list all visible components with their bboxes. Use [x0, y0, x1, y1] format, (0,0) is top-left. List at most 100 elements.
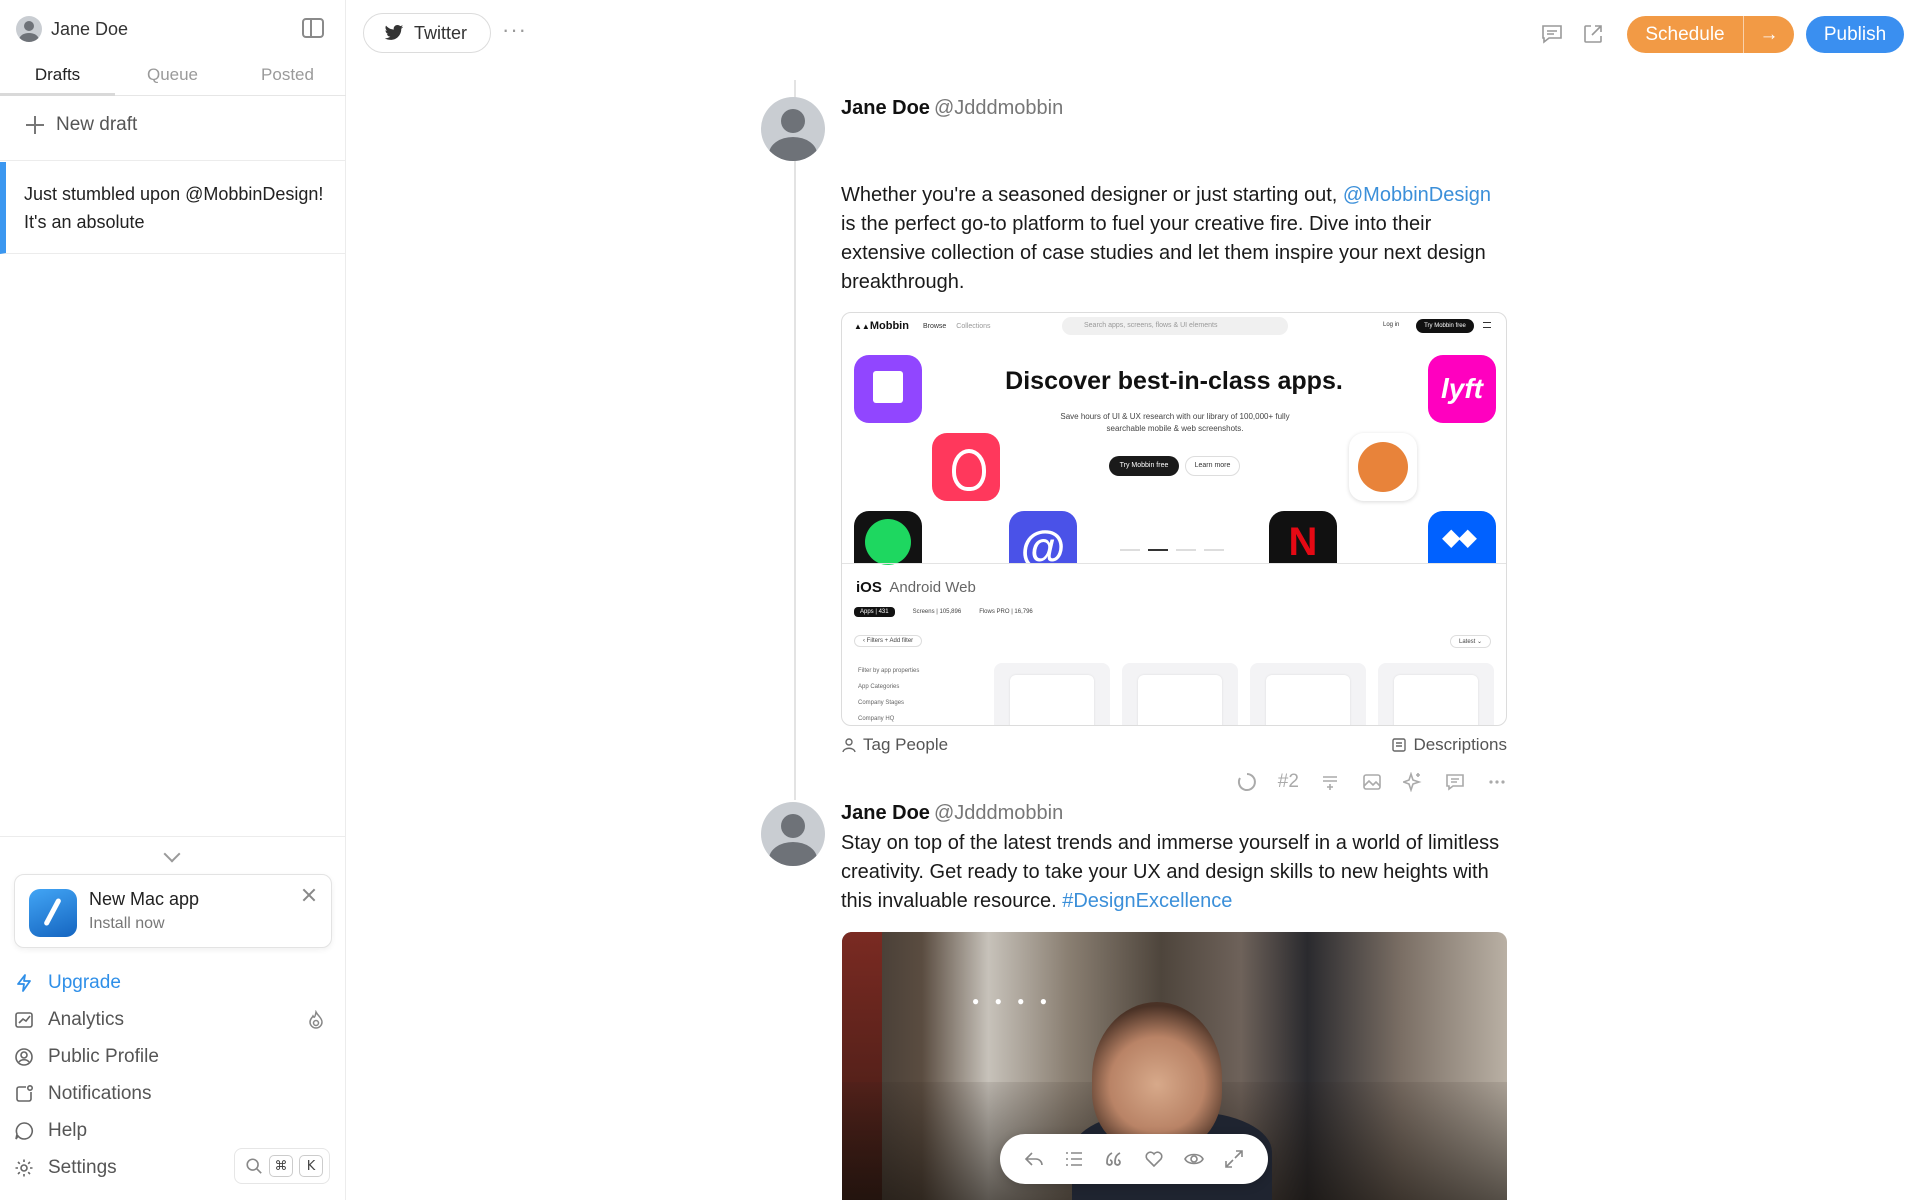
- user-name: Jane Doe: [51, 18, 129, 39]
- attached-image[interactable]: Mobbin Browse Collections Search apps, s…: [841, 312, 1507, 726]
- mac-app-title: New Mac app: [89, 889, 200, 909]
- divider: [842, 563, 1506, 564]
- tweet-author: Jane Doe @Jdddmobbin: [841, 802, 1063, 825]
- image-icon[interactable]: [1361, 771, 1383, 793]
- chevron-down-icon[interactable]: [163, 845, 181, 863]
- plus-icon: [26, 116, 44, 134]
- more-options-icon[interactable]: ···: [502, 19, 527, 41]
- profile-icon: [14, 1047, 34, 1067]
- sidebar-item-label: Settings: [48, 1156, 117, 1178]
- quote-icon[interactable]: [1103, 1148, 1125, 1170]
- author-name: Jane Doe: [841, 802, 930, 824]
- embed-nav-link: Browse: [922, 322, 947, 330]
- embed-screen-card: [1250, 663, 1366, 725]
- tweet-toolbar: #2: [1236, 768, 1508, 796]
- embed-side-filters: Filter by app properties App Categories …: [858, 668, 920, 722]
- embed-seg-flows: Flows PRO | 16,796: [979, 609, 1033, 615]
- platform-label: Twitter: [414, 22, 468, 43]
- account-switcher[interactable]: Jane Doe: [16, 15, 128, 43]
- tag-people-label: Tag People: [863, 735, 949, 754]
- embed-screen-card: [1378, 663, 1494, 725]
- sidebar-item-help[interactable]: Help: [14, 1112, 334, 1149]
- close-icon[interactable]: [301, 887, 317, 903]
- reply-icon[interactable]: [1023, 1148, 1045, 1170]
- new-draft-label: New draft: [56, 114, 138, 135]
- heart-icon[interactable]: [1143, 1148, 1165, 1170]
- document-icon: [1392, 738, 1407, 752]
- divider: [0, 836, 346, 837]
- comment-icon[interactable]: [1540, 23, 1564, 45]
- tweet-editor[interactable]: Stay on top of the latest trends and imm…: [841, 829, 1511, 916]
- mac-app-promo[interactable]: New Mac app Install now: [14, 874, 332, 948]
- sparkle-icon[interactable]: [1402, 771, 1424, 793]
- orange-circle-logo-icon: [1349, 433, 1417, 501]
- draft-list-item[interactable]: Just stumbled upon @MobbinDesign! It's a…: [0, 162, 346, 254]
- spotify-logo-icon: [854, 511, 922, 565]
- new-draft-button[interactable]: New draft: [26, 114, 137, 136]
- embed-filters: ‹ Filters + Add filter: [854, 635, 923, 647]
- carousel-dots: [1120, 549, 1232, 551]
- numbered-list-icon[interactable]: [1063, 1148, 1085, 1170]
- author-name: Jane Doe: [841, 97, 930, 119]
- comment-icon[interactable]: [1444, 771, 1466, 793]
- bell-icon: [14, 1084, 34, 1104]
- descriptions-button[interactable]: Descriptions: [1391, 735, 1507, 755]
- person-icon: [842, 738, 856, 753]
- tag-people-button[interactable]: Tag People: [841, 735, 948, 755]
- draft-preview: Just stumbled upon @MobbinDesign! It's a…: [24, 184, 324, 232]
- netflix-logo-icon: N: [1269, 511, 1337, 564]
- embed-platform-tabs: iOS Android Web: [856, 579, 976, 596]
- embed-screen-card: [994, 663, 1110, 725]
- publish-button[interactable]: Publish: [1806, 16, 1904, 53]
- at-sign-logo-icon: @: [1009, 511, 1077, 573]
- platform-selector-button[interactable]: Twitter: [363, 13, 491, 53]
- embed-seg-screens: Screens | 105,896: [912, 609, 962, 615]
- sidebar-item-upgrade[interactable]: Upgrade: [14, 964, 334, 1001]
- embed-search: Search apps, screens, flows & UI element…: [1062, 317, 1288, 335]
- help-bubble-icon: [14, 1121, 34, 1141]
- char-count-ring-icon: [1236, 771, 1258, 793]
- avatar: [761, 802, 825, 866]
- embed-hero-subtitle: Save hours of UI & UX research with our …: [1060, 412, 1290, 433]
- draft-tabs: Drafts Queue Posted: [0, 56, 346, 96]
- chart-icon: [14, 1010, 34, 1030]
- menu-icon: [1483, 322, 1491, 328]
- divider: [0, 160, 346, 161]
- embed-seg-apps: Apps | 431: [854, 607, 895, 617]
- hashtag-link[interactable]: #DesignExcellence: [1062, 890, 1232, 912]
- split-icon[interactable]: [1319, 771, 1341, 793]
- gif-lights: ● ● ● ●: [972, 994, 1053, 1008]
- embed-platform-ios: iOS: [856, 579, 882, 596]
- more-options-icon[interactable]: [1486, 771, 1508, 793]
- embed-cta-secondary: Learn more: [1185, 456, 1240, 476]
- tab-drafts[interactable]: Drafts: [0, 56, 115, 96]
- cmd-key: ⌘: [269, 1155, 293, 1177]
- mention-link[interactable]: @MobbinDesign: [1343, 184, 1491, 206]
- airbnb-logo-icon: [932, 433, 1000, 501]
- embed-screen-card: [1122, 663, 1238, 725]
- avatar: [761, 97, 825, 161]
- tab-queue[interactable]: Queue: [115, 56, 230, 95]
- tweet-editor[interactable]: Whether you're a seasoned designer or ju…: [841, 181, 1511, 297]
- author-handle: @Jdddmobbin: [933, 802, 1064, 824]
- command-search-button[interactable]: ⌘ K: [234, 1148, 330, 1184]
- sidebar-toggle-icon[interactable]: [302, 18, 324, 38]
- schedule-next-slot-button[interactable]: →: [1744, 16, 1794, 53]
- sidebar-item-public-profile[interactable]: Public Profile: [14, 1038, 334, 1075]
- sidebar-item-notifications[interactable]: Notifications: [14, 1075, 334, 1112]
- gear-icon: [14, 1158, 34, 1178]
- expand-icon[interactable]: [1223, 1148, 1245, 1170]
- open-external-icon[interactable]: [1582, 23, 1604, 45]
- sidebar-item-label: Help: [48, 1119, 88, 1141]
- sidebar-item-analytics[interactable]: Analytics: [14, 1001, 334, 1038]
- floating-action-bar: [1000, 1134, 1268, 1184]
- sidebar-item-label: Public Profile: [48, 1045, 159, 1067]
- mac-app-install-link[interactable]: Install now: [89, 915, 165, 933]
- tweet-text: Whether you're a seasoned designer or ju…: [841, 184, 1343, 206]
- twitter-bird-icon: [384, 25, 404, 40]
- schedule-button[interactable]: Schedule: [1627, 16, 1743, 53]
- tab-posted[interactable]: Posted: [230, 56, 345, 95]
- eye-icon[interactable]: [1183, 1148, 1205, 1170]
- embed-try-button: Try Mobbin free: [1416, 319, 1474, 333]
- embed-hero-title: Discover best-in-class apps.: [1005, 367, 1343, 395]
